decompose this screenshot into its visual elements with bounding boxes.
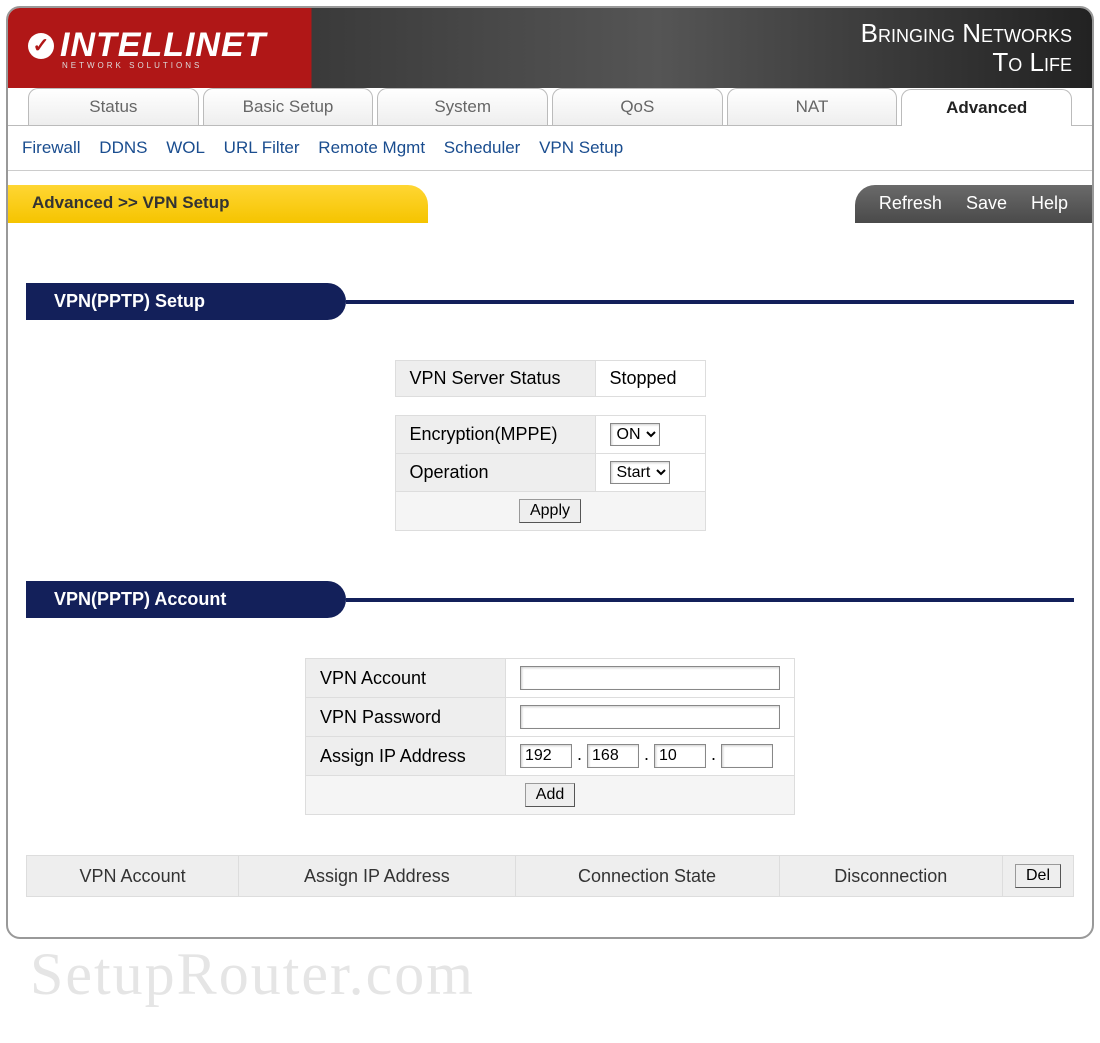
save-button[interactable]: Save — [966, 193, 1007, 215]
watermark: SetupRouter.com — [30, 940, 475, 1009]
ip-octet-4[interactable] — [721, 744, 773, 768]
main-tabs: Status Basic Setup System QoS NAT Advanc… — [8, 88, 1092, 126]
section-rule — [346, 598, 1074, 602]
vpn-account-input[interactable] — [520, 666, 780, 690]
tab-basic-setup[interactable]: Basic Setup — [203, 88, 374, 125]
subnav-vpn-setup[interactable]: VPN Setup — [539, 138, 623, 157]
tab-nat[interactable]: NAT — [727, 88, 898, 125]
encryption-label: Encryption(MPPE) — [395, 416, 595, 454]
vpn-connections-table: VPN Account Assign IP Address Connection… — [26, 855, 1074, 897]
subnav-remote-mgmt[interactable]: Remote Mgmt — [318, 138, 425, 157]
assign-ip-cell: . . . — [506, 737, 795, 776]
vpn-setup-table: VPN Server Status Stopped — [395, 360, 706, 397]
help-button[interactable]: Help — [1031, 193, 1068, 215]
vpn-status-value: Stopped — [595, 361, 705, 397]
refresh-button[interactable]: Refresh — [879, 193, 942, 215]
tab-qos[interactable]: QoS — [552, 88, 723, 125]
slogan-line2: To Life — [861, 48, 1072, 77]
apply-button[interactable]: Apply — [519, 499, 581, 523]
delete-button[interactable]: Del — [1015, 864, 1061, 888]
col-vpn-account: VPN Account — [27, 856, 239, 897]
vpn-status-label: VPN Server Status — [395, 361, 595, 397]
brand-logo: ✓ INTELLINET — [28, 26, 266, 65]
subnav-ddns[interactable]: DDNS — [99, 138, 147, 157]
ip-octet-1[interactable] — [520, 744, 572, 768]
tab-system[interactable]: System — [377, 88, 548, 125]
operation-select[interactable]: Start — [610, 461, 670, 484]
breadcrumb: Advanced >> VPN Setup — [8, 185, 428, 223]
subnav-url-filter[interactable]: URL Filter — [224, 138, 300, 157]
subnav-firewall[interactable]: Firewall — [22, 138, 81, 157]
assign-ip-label: Assign IP Address — [306, 737, 506, 776]
page-actions: Refresh Save Help — [855, 185, 1092, 223]
vpn-account-label: VPN Account — [306, 659, 506, 698]
col-assign-ip: Assign IP Address — [239, 856, 515, 897]
check-icon: ✓ — [28, 33, 54, 59]
operation-label: Operation — [395, 454, 595, 492]
slogan: Bringing Networks To Life — [861, 19, 1072, 76]
header: ✓ INTELLINET NETWORK SOLUTIONS Bringing … — [8, 8, 1092, 88]
section-rule — [346, 300, 1074, 304]
slogan-line1: Bringing Networks — [861, 19, 1072, 48]
subnav-scheduler[interactable]: Scheduler — [444, 138, 521, 157]
section-title-setup: VPN(PPTP) Setup — [26, 283, 346, 320]
ip-octet-2[interactable] — [587, 744, 639, 768]
section-title-account: VPN(PPTP) Account — [26, 581, 346, 618]
vpn-password-input[interactable] — [520, 705, 780, 729]
tab-advanced[interactable]: Advanced — [901, 89, 1072, 126]
vpn-password-label: VPN Password — [306, 698, 506, 737]
ip-octet-3[interactable] — [654, 744, 706, 768]
subnav-wol[interactable]: WOL — [166, 138, 205, 157]
sub-nav: Firewall DDNS WOL URL Filter Remote Mgmt… — [8, 126, 1092, 171]
vpn-account-table: VPN Account VPN Password Assign IP Addre… — [305, 658, 795, 815]
tab-status[interactable]: Status — [28, 88, 199, 125]
col-disconnection: Disconnection — [779, 856, 1002, 897]
col-conn-state: Connection State — [515, 856, 779, 897]
vpn-config-table: Encryption(MPPE) ON Operation Start Appl… — [395, 415, 706, 531]
encryption-select[interactable]: ON — [610, 423, 660, 446]
add-button[interactable]: Add — [525, 783, 575, 807]
brand-name: INTELLINET — [60, 26, 266, 65]
